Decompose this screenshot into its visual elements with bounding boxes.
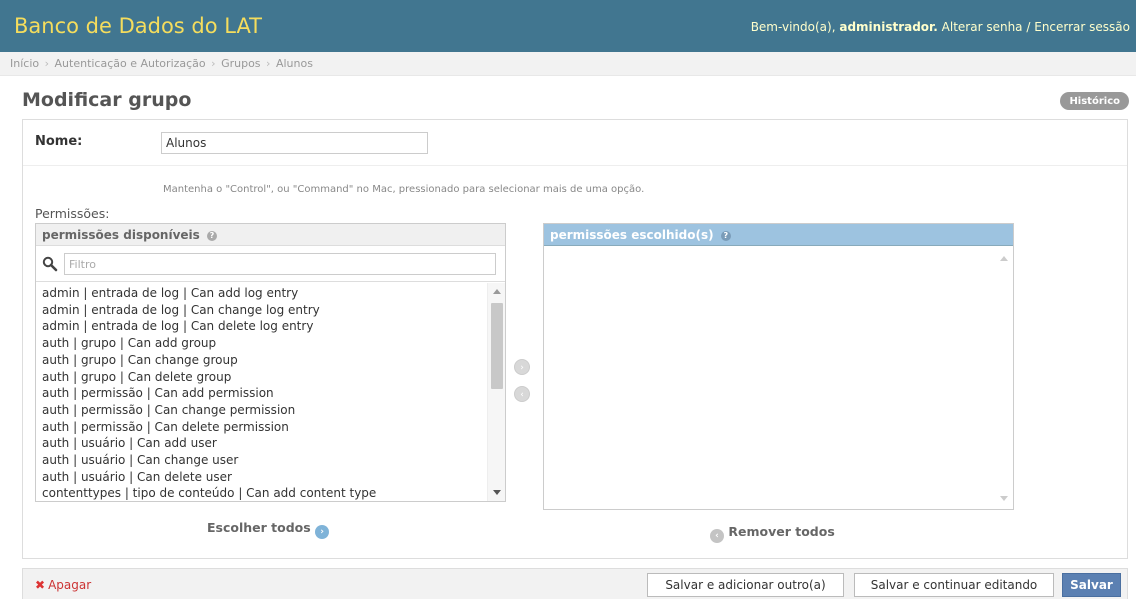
scroll-up-icon[interactable] [493, 289, 501, 294]
logout-link[interactable]: Encerrar sessão [1034, 20, 1130, 34]
name-label: Nome: [35, 134, 83, 149]
welcome-text: Bem-vindo(a), [750, 20, 836, 34]
submit-row: ✖ Apagar Salvar e adicionar outro(a) Salv… [22, 568, 1128, 599]
list-item[interactable]: admin | entrada de log | Can change log … [42, 302, 481, 319]
list-item[interactable]: auth | permissão | Can change permission [42, 402, 481, 419]
list-item[interactable]: auth | permissão | Can delete permission [42, 419, 481, 436]
remove-all-link[interactable]: ‹ Remover todos [710, 524, 835, 543]
group-form-fieldset: Nome: Mantenha o "Control", ou "Command"… [22, 119, 1128, 559]
available-list-scrollbar[interactable] [487, 283, 505, 501]
help-icon[interactable]: ? [207, 231, 217, 241]
breadcrumb-separator: › [44, 57, 50, 70]
site-name[interactable]: Banco de Dados do LAT [14, 14, 262, 38]
filter-input[interactable] [64, 253, 496, 275]
scroll-up-icon[interactable] [1000, 256, 1008, 261]
save-and-continue-button[interactable]: Salvar e continuar editando [854, 573, 1054, 597]
list-item[interactable]: auth | grupo | Can add group [42, 335, 481, 352]
remove-arrow-icon[interactable]: ‹ [514, 386, 530, 402]
chosen-permissions-header: permissões escolhido(s) ? [544, 224, 1013, 246]
name-row: Nome: [23, 120, 1127, 166]
username: administrador. [839, 20, 938, 34]
chosen-permissions-title: permissões escolhido(s) [550, 228, 714, 242]
list-item[interactable]: auth | grupo | Can delete group [42, 369, 481, 386]
available-permissions-header: permissões disponíveis ? [36, 224, 505, 246]
breadcrumb-auth[interactable]: Autenticação e Autorização [55, 57, 206, 70]
remove-all-label: Remover todos [728, 524, 835, 539]
breadcrumb-separator: › [211, 57, 216, 70]
list-item[interactable]: contenttypes | tipo de conteúdo | Can ad… [42, 485, 481, 501]
breadcrumb: Início › Autenticação e Autorização › Gr… [0, 52, 1136, 76]
save-button[interactable]: Salvar [1062, 573, 1121, 597]
list-item[interactable]: auth | permissão | Can add permission [42, 385, 481, 402]
list-item[interactable]: auth | usuário | Can delete user [42, 469, 481, 486]
breadcrumb-groups[interactable]: Grupos [221, 57, 260, 70]
available-permissions-title: permissões disponíveis [42, 228, 200, 242]
delete-link[interactable]: ✖ Apagar [35, 578, 91, 592]
list-item[interactable]: auth | usuário | Can add user [42, 435, 481, 452]
chosen-permissions-list[interactable] [544, 246, 995, 509]
scroll-down-icon[interactable] [1000, 496, 1008, 501]
available-permissions-box: permissões disponíveis ? admin | entrada… [35, 223, 506, 502]
header: Banco de Dados do LAT Bem-vindo(a), admi… [0, 0, 1136, 52]
available-permissions-list[interactable]: admin | entrada de log | Can add log ent… [36, 283, 487, 501]
breadcrumb-separator: › [266, 57, 271, 70]
delete-label: Apagar [48, 578, 92, 592]
help-text: Mantenha o "Control", ou "Command" no Ma… [163, 184, 645, 195]
chevron-left-icon: ‹ [710, 529, 724, 543]
page-title: Modificar grupo [22, 89, 192, 111]
choose-all-label: Escolher todos [207, 520, 311, 535]
permissions-label: Permissões: [35, 206, 110, 221]
list-item[interactable]: auth | grupo | Can change group [42, 352, 481, 369]
user-tools-separator: / [1026, 20, 1031, 34]
user-tools: Bem-vindo(a), administrador. Alterar sen… [751, 20, 1130, 34]
filter-row [36, 248, 505, 282]
delete-x-icon: ✖ [35, 578, 46, 592]
scroll-down-icon[interactable] [493, 490, 501, 495]
history-button[interactable]: Histórico [1060, 92, 1129, 110]
breadcrumb-current: Alunos [275, 57, 313, 70]
choose-all-link[interactable]: Escolher todos › [207, 520, 330, 539]
name-input[interactable] [161, 132, 428, 154]
save-and-add-another-button[interactable]: Salvar e adicionar outro(a) [647, 573, 844, 597]
list-item[interactable]: auth | usuário | Can change user [42, 452, 481, 469]
chosen-permissions-box: permissões escolhido(s) ? [543, 223, 1014, 510]
search-icon [42, 256, 58, 272]
breadcrumb-home[interactable]: Início [10, 57, 39, 70]
list-item[interactable]: admin | entrada de log | Can delete log … [42, 318, 481, 335]
chevron-right-icon: › [315, 525, 330, 539]
list-item[interactable]: admin | entrada de log | Can add log ent… [42, 285, 481, 302]
scrollbar-thumb[interactable] [491, 303, 503, 389]
help-icon[interactable]: ? [720, 231, 731, 241]
add-arrow-icon[interactable]: › [514, 359, 530, 375]
chosen-list-scrollbar[interactable] [995, 246, 1013, 509]
change-password-link[interactable]: Alterar senha [942, 20, 1023, 34]
